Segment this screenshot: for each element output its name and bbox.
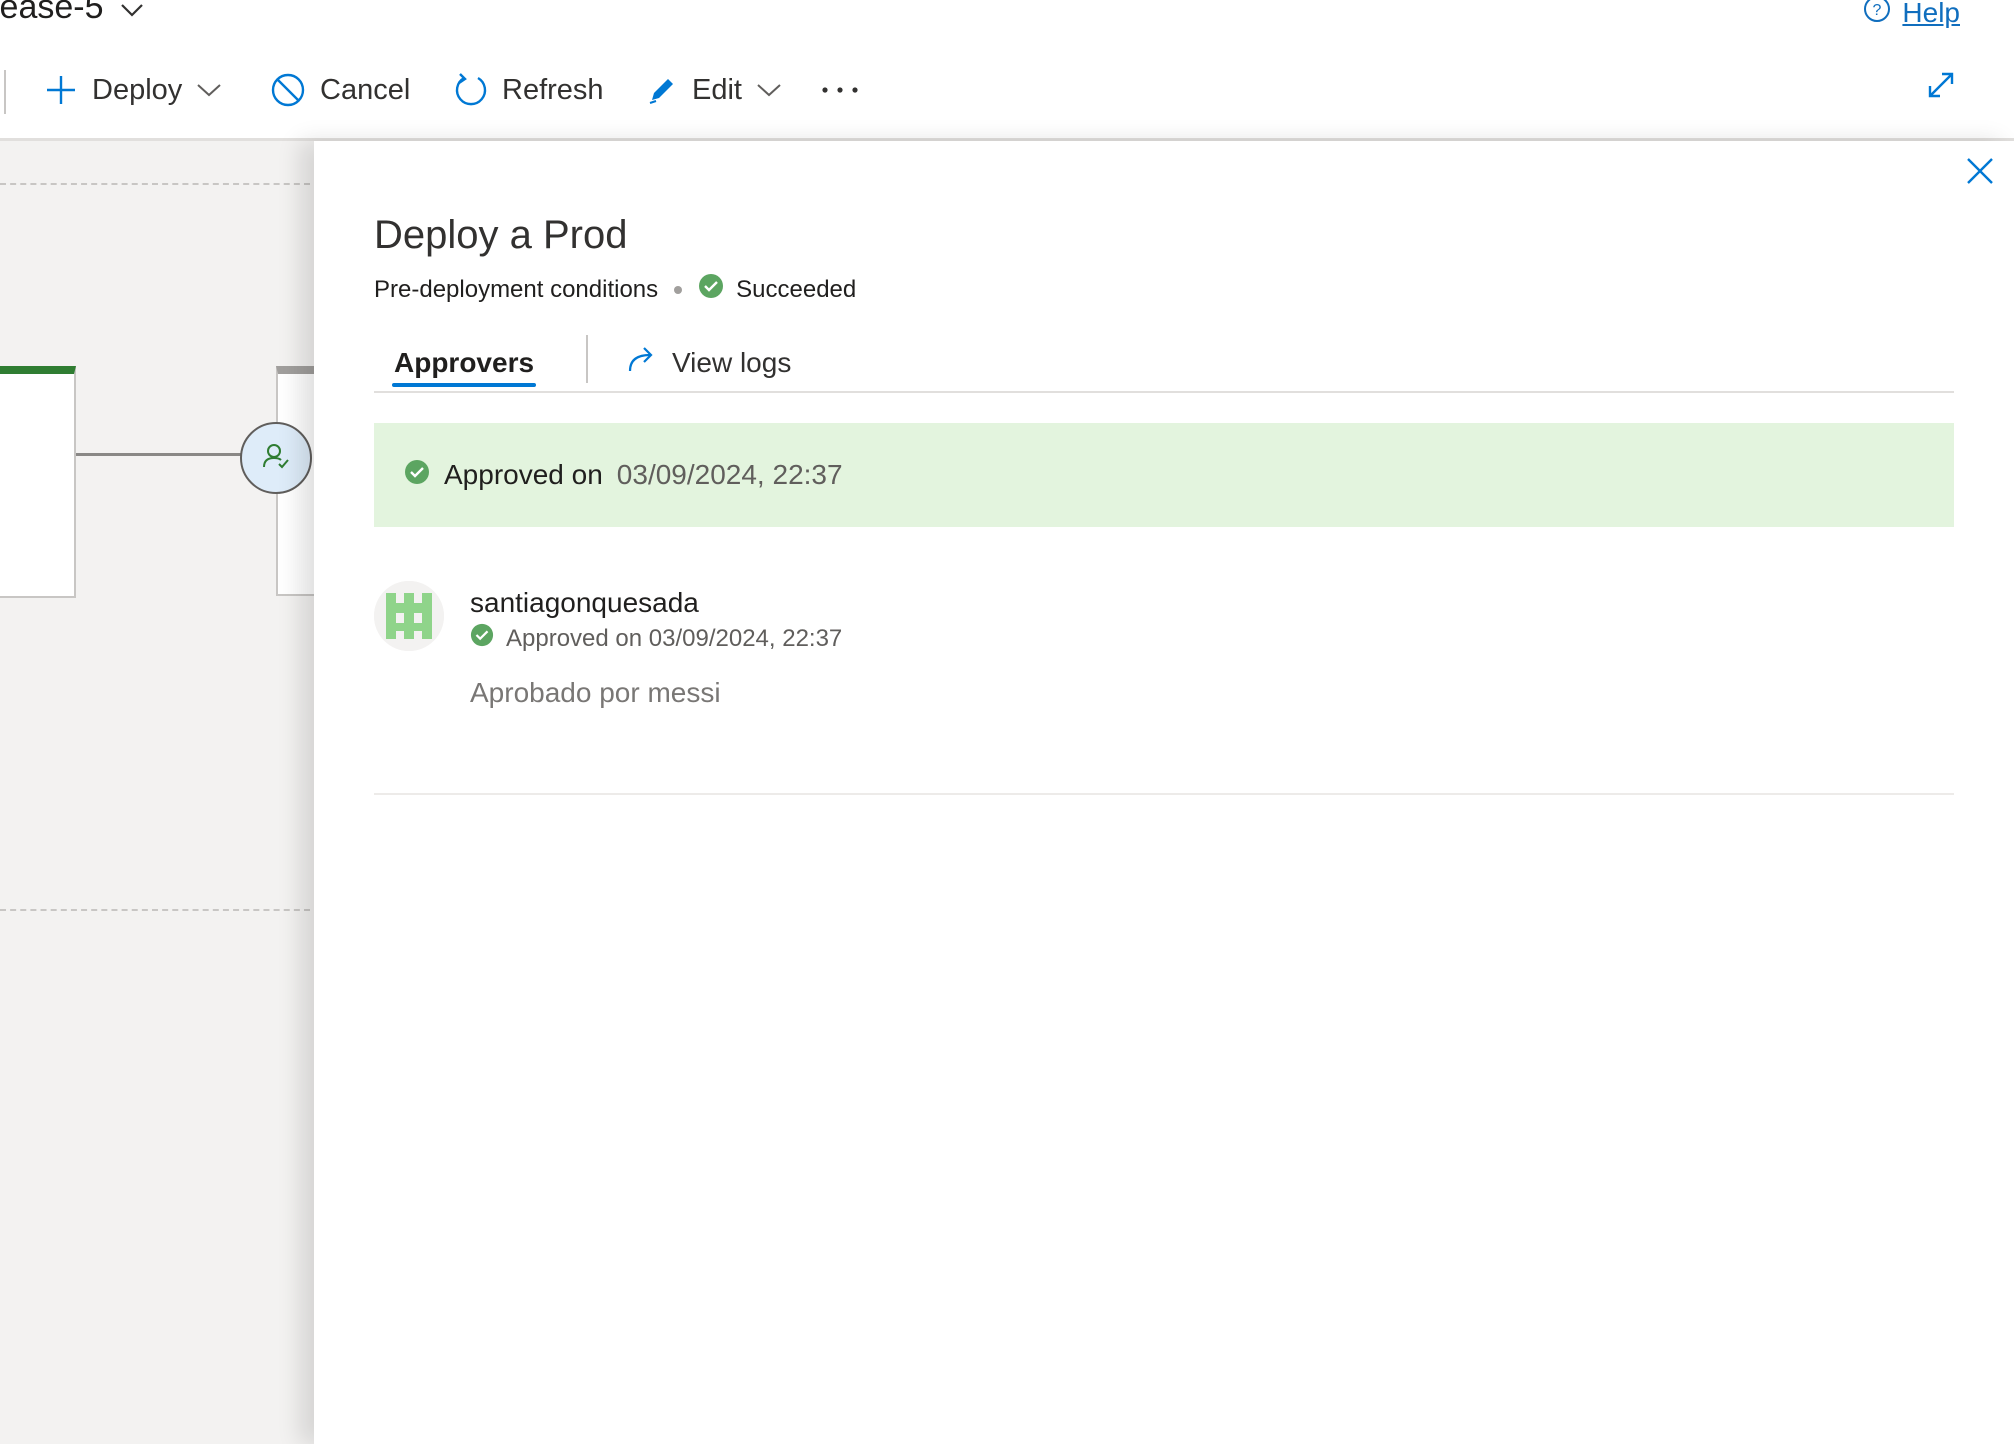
tab-active-indicator — [392, 383, 536, 387]
approver-item: santiagonquesada Approved on 03/09/2024,… — [374, 581, 1954, 795]
panel-title: Deploy a Prod — [374, 213, 628, 257]
help-icon: ? — [1862, 0, 1892, 31]
chevron-down-icon — [196, 82, 222, 98]
edit-label: Edit — [692, 73, 742, 106]
expand-button[interactable] — [1926, 70, 1956, 105]
refresh-label: Refresh — [502, 73, 604, 106]
release-title[interactable]: lease-5 — [0, 0, 144, 27]
plus-icon — [44, 73, 78, 107]
panel-subtitle: Pre-deployment conditions Succeeded — [374, 273, 856, 306]
chevron-down-icon — [756, 82, 782, 98]
avatar-icon — [374, 581, 444, 651]
banner-prefix: Approved on — [444, 459, 603, 490]
approver-name: santiagonquesada — [470, 587, 699, 618]
stage-lane-border — [0, 909, 310, 911]
expand-icon — [1926, 72, 1956, 104]
more-button[interactable] — [820, 68, 860, 112]
check-circle-icon — [404, 459, 430, 492]
dot-separator — [674, 285, 683, 294]
refresh-button[interactable]: Refresh — [454, 68, 604, 112]
tab-approvers[interactable]: Approvers — [394, 347, 534, 379]
check-circle-icon — [698, 273, 724, 306]
help-link[interactable]: ? Help — [1862, 0, 1960, 31]
release-name: lease-5 — [0, 0, 104, 26]
edit-icon — [646, 74, 678, 106]
refresh-icon — [454, 72, 488, 108]
deploy-label: Deploy — [92, 73, 183, 106]
tab-divider — [586, 335, 588, 383]
approver-comment: Aprobado por messi — [470, 677, 721, 708]
status-text: Succeeded — [736, 275, 857, 303]
svg-text:?: ? — [1873, 2, 1882, 19]
approver-status-text: Approved on 03/09/2024, 22:37 — [506, 624, 843, 652]
view-logs-label: View logs — [672, 346, 792, 378]
close-button[interactable] — [1964, 155, 1996, 192]
stage-card-previous[interactable] — [0, 366, 76, 598]
check-circle-icon — [470, 623, 494, 654]
help-label: Help — [1902, 0, 1960, 28]
subtitle-text: Pre-deployment conditions — [374, 275, 659, 303]
view-logs-link[interactable]: View logs — [626, 345, 791, 380]
pipeline-canvas — [0, 141, 316, 1444]
cancel-label: Cancel — [320, 73, 411, 106]
cancel-button[interactable]: Cancel — [270, 68, 410, 112]
release-page: lease-5 ? Help Deploy Cancel Refresh Edi… — [0, 0, 2014, 1444]
banner-time: 03/09/2024, 22:37 — [616, 459, 843, 490]
close-icon — [1964, 158, 1996, 191]
cancel-icon — [270, 72, 306, 108]
pre-deployment-gate[interactable] — [240, 422, 312, 494]
stage-lane-border — [0, 183, 310, 185]
chevron-down-icon — [120, 0, 144, 27]
stage-connector — [76, 453, 246, 456]
deploy-button[interactable]: Deploy — [44, 68, 222, 112]
toolbar-divider — [4, 70, 6, 114]
share-arrow-icon — [626, 345, 658, 380]
edit-button[interactable]: Edit — [646, 68, 782, 112]
approval-gate-icon — [261, 441, 291, 476]
approval-panel: Deploy a Prod Pre-deployment conditions … — [314, 141, 2014, 1444]
approved-banner: Approved on 03/09/2024, 22:37 — [374, 423, 1954, 527]
approver-status: Approved on 03/09/2024, 22:37 — [470, 623, 842, 654]
panel-tabs: Approvers View logs — [374, 333, 1954, 393]
avatar — [374, 581, 444, 651]
more-icon — [820, 85, 860, 95]
